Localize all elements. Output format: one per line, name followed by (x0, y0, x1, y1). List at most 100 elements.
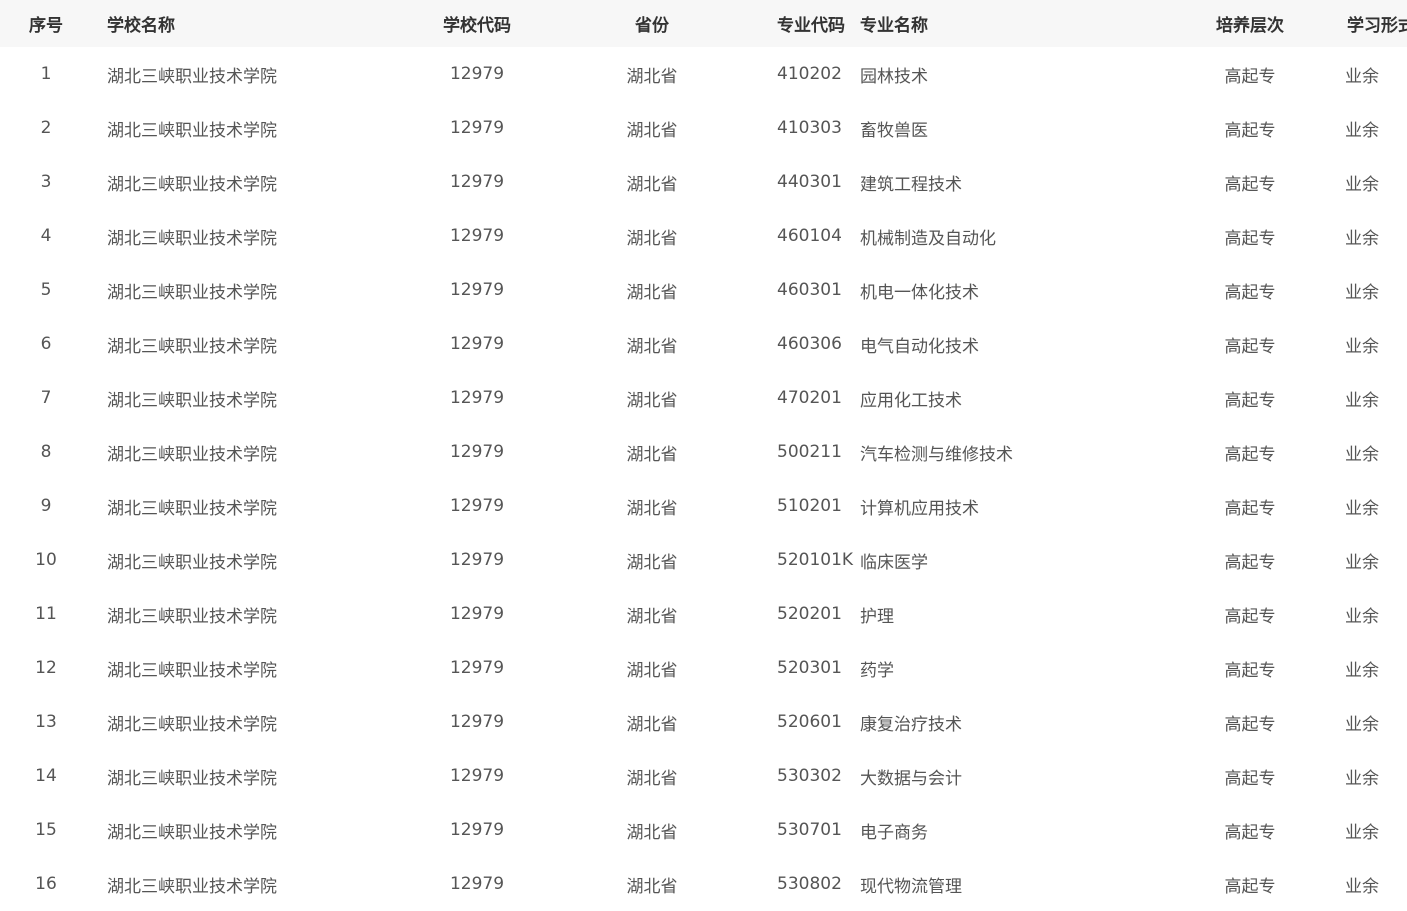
cell-level: 高起专 (1224, 768, 1276, 789)
cell-major-name: 电气自动化技术 (860, 336, 979, 357)
cell-index: 16 (35, 874, 57, 894)
cell-province: 湖北省 (626, 876, 678, 897)
cell-school-code: 12979 (449, 550, 505, 570)
cell-major-name: 畜牧兽医 (860, 120, 928, 141)
cell-major-code: 460306 (777, 334, 842, 354)
cell-major-code: 510201 (777, 496, 842, 516)
cell-level: 高起专 (1224, 390, 1276, 411)
cell-province: 湖北省 (626, 390, 678, 411)
cell-index: 14 (35, 766, 57, 786)
cell-level: 高起专 (1224, 606, 1276, 627)
cell-major-code: 520601 (777, 712, 842, 732)
cell-major-code: 520301 (777, 658, 842, 678)
cell-province: 湖北省 (626, 282, 678, 303)
header-index: 序号 (29, 16, 63, 36)
cell-index: 1 (40, 64, 52, 84)
table-row: 5 湖北三峡职业技术学院 12979 湖北省 460301 机电一体化技术 高起专 业余 (0, 263, 1407, 317)
table-row: 1 湖北三峡职业技术学院 12979 湖北省 410202 园林技术 高起专 业余 (0, 47, 1407, 101)
cell-school-code: 12979 (449, 64, 505, 84)
cell-province: 湖北省 (626, 228, 678, 249)
cell-school-name: 湖北三峡职业技术学院 (107, 876, 277, 897)
table-row: 2 湖北三峡职业技术学院 12979 湖北省 410303 畜牧兽医 高起专 业余 (0, 101, 1407, 155)
cell-index: 3 (40, 172, 52, 192)
table-row: 16 湖北三峡职业技术学院 12979 湖北省 530802 现代物流管理 高起专 业余 (0, 857, 1407, 911)
table-row: 7 湖北三峡职业技术学院 12979 湖北省 470201 应用化工技术 高起专 业余 (0, 371, 1407, 425)
cell-study-form: 业余 (1345, 768, 1379, 789)
cell-study-form: 业余 (1345, 714, 1379, 735)
cell-school-code: 12979 (449, 496, 505, 516)
cell-school-name: 湖北三峡职业技术学院 (107, 660, 277, 681)
cell-study-form: 业余 (1345, 282, 1379, 303)
cell-major-name: 汽车检测与维修技术 (860, 444, 1013, 465)
cell-major-name: 建筑工程技术 (860, 174, 962, 195)
cell-school-code: 12979 (449, 712, 505, 732)
cell-study-form: 业余 (1345, 120, 1379, 141)
cell-school-name: 湖北三峡职业技术学院 (107, 228, 277, 249)
cell-province: 湖北省 (626, 120, 678, 141)
table-body: 1 湖北三峡职业技术学院 12979 湖北省 410202 园林技术 高起专 业余 2 湖北三峡职… (0, 47, 1407, 911)
cell-level: 高起专 (1224, 336, 1276, 357)
cell-province: 湖北省 (626, 606, 678, 627)
header-major-name: 专业名称 (860, 16, 928, 36)
cell-school-code: 12979 (449, 766, 505, 786)
cell-level: 高起专 (1224, 876, 1276, 897)
cell-level: 高起专 (1224, 228, 1276, 249)
cell-major-name: 现代物流管理 (860, 876, 962, 897)
cell-study-form: 业余 (1345, 606, 1379, 627)
table-row: 9 湖北三峡职业技术学院 12979 湖北省 510201 计算机应用技术 高起专 业余 (0, 479, 1407, 533)
cell-index: 2 (40, 118, 52, 138)
cell-major-name: 护理 (860, 606, 894, 627)
cell-major-name: 药学 (860, 660, 894, 681)
header-province: 省份 (635, 16, 669, 36)
cell-study-form: 业余 (1345, 228, 1379, 249)
header-school-code: 学校代码 (443, 16, 511, 36)
cell-school-name: 湖北三峡职业技术学院 (107, 498, 277, 519)
table-header: 序号 学校名称 学校代码 省份 专业代码 专业名称 培养层次 学习形式 (0, 0, 1407, 47)
cell-index: 7 (40, 388, 52, 408)
cell-index: 13 (35, 712, 57, 732)
cell-level: 高起专 (1224, 552, 1276, 573)
cell-school-code: 12979 (449, 280, 505, 300)
cell-index: 4 (40, 226, 52, 246)
header-study-form: 学习形式 (1347, 16, 1407, 36)
cell-school-name: 湖北三峡职业技术学院 (107, 282, 277, 303)
cell-school-name: 湖北三峡职业技术学院 (107, 714, 277, 735)
table-row: 3 湖北三峡职业技术学院 12979 湖北省 440301 建筑工程技术 高起专 业余 (0, 155, 1407, 209)
cell-school-name: 湖北三峡职业技术学院 (107, 120, 277, 141)
header-level: 培养层次 (1216, 16, 1284, 36)
cell-level: 高起专 (1224, 66, 1276, 87)
cell-index: 6 (40, 334, 52, 354)
cell-province: 湖北省 (626, 714, 678, 735)
table-row: 14 湖北三峡职业技术学院 12979 湖北省 530302 大数据与会计 高起专 业余 (0, 749, 1407, 803)
cell-major-code: 440301 (777, 172, 842, 192)
cell-level: 高起专 (1224, 498, 1276, 519)
cell-school-name: 湖北三峡职业技术学院 (107, 66, 277, 87)
cell-school-name: 湖北三峡职业技术学院 (107, 822, 277, 843)
cell-school-name: 湖北三峡职业技术学院 (107, 606, 277, 627)
cell-study-form: 业余 (1345, 66, 1379, 87)
cell-school-code: 12979 (449, 388, 505, 408)
cell-major-code: 410202 (777, 64, 842, 84)
cell-province: 湖北省 (626, 66, 678, 87)
cell-major-name: 应用化工技术 (860, 390, 962, 411)
cell-province: 湖北省 (626, 552, 678, 573)
cell-school-name: 湖北三峡职业技术学院 (107, 768, 277, 789)
cell-school-code: 12979 (449, 226, 505, 246)
cell-major-code: 530802 (777, 874, 842, 894)
cell-study-form: 业余 (1345, 390, 1379, 411)
cell-school-name: 湖北三峡职业技术学院 (107, 552, 277, 573)
table-row: 15 湖北三峡职业技术学院 12979 湖北省 530701 电子商务 高起专 业余 (0, 803, 1407, 857)
cell-school-name: 湖北三峡职业技术学院 (107, 336, 277, 357)
cell-level: 高起专 (1224, 444, 1276, 465)
table-row: 4 湖北三峡职业技术学院 12979 湖北省 460104 机械制造及自动化 高起专 业余 (0, 209, 1407, 263)
cell-school-code: 12979 (449, 874, 505, 894)
cell-school-code: 12979 (449, 604, 505, 624)
cell-major-code: 500211 (777, 442, 842, 462)
cell-study-form: 业余 (1345, 822, 1379, 843)
cell-level: 高起专 (1224, 660, 1276, 681)
cell-level: 高起专 (1224, 282, 1276, 303)
cell-major-name: 大数据与会计 (860, 768, 962, 789)
cell-province: 湖北省 (626, 498, 678, 519)
table-row: 6 湖北三峡职业技术学院 12979 湖北省 460306 电气自动化技术 高起专 业余 (0, 317, 1407, 371)
cell-school-code: 12979 (449, 442, 505, 462)
